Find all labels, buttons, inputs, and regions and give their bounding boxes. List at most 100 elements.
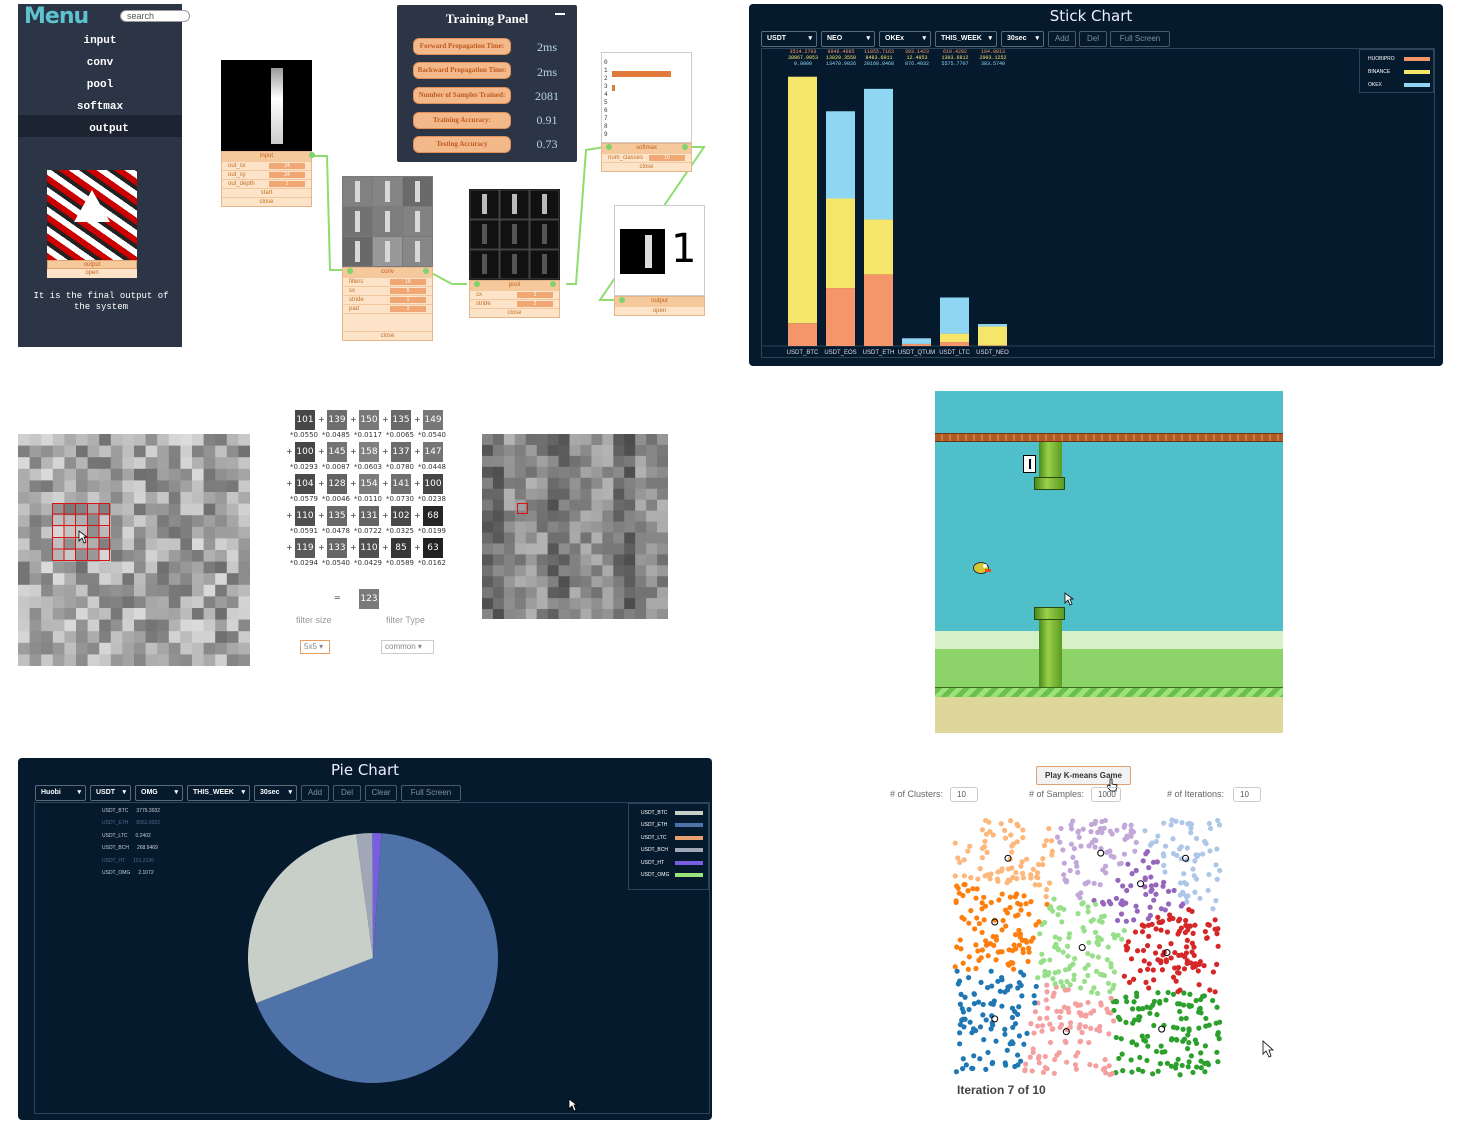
softmax-close-button[interactable]: close [602, 162, 691, 171]
bar-USDT_ETH-BINANCE[interactable] [864, 219, 893, 275]
sample-point [990, 832, 996, 838]
output-open-button[interactable]: open [47, 269, 137, 278]
filtered-pixel [514, 576, 527, 588]
pixel [192, 538, 205, 551]
sample-point [1213, 898, 1219, 904]
filter-weight: *0.0603 [354, 463, 382, 471]
sample-point [1023, 901, 1029, 907]
pixel [238, 538, 250, 551]
sample-point [1119, 936, 1125, 942]
pixel [215, 457, 228, 470]
stick-bars: USDT_BTC USDT_EOS USDT_ETH USDT_QTUM USDT_LT… [761, 76, 1435, 356]
menu-item-conv[interactable]: conv [18, 53, 182, 74]
bar-USDT_LTC-BINANCE[interactable] [940, 333, 969, 343]
bar-USDT_EOS-HUOBIPRO[interactable] [826, 288, 855, 346]
pixel [192, 584, 205, 597]
softmax-out-port[interactable] [682, 144, 688, 150]
iterations-input[interactable]: 10 [1233, 787, 1261, 802]
menu-item-pool[interactable]: pool [18, 75, 182, 96]
minimize-icon[interactable] [555, 13, 565, 15]
filtered-pixel [536, 488, 549, 501]
input-port[interactable] [309, 152, 315, 158]
filtered-pixel [536, 444, 549, 457]
sample-point [1139, 929, 1146, 935]
filtered-pixel [536, 554, 549, 566]
pixel [41, 584, 54, 597]
pixel [64, 642, 77, 655]
sample-point [1089, 953, 1096, 959]
clusters-input[interactable]: 10 [950, 787, 978, 802]
menu-item-input[interactable]: input [18, 31, 182, 52]
conv-node[interactable]: conv filters 16 sx 5 stride 1 pad 2 close [342, 267, 433, 341]
sample-point [1077, 895, 1083, 901]
pixel [99, 654, 112, 666]
sample-point [1196, 961, 1202, 967]
softmax-digit-0: 0 [604, 59, 608, 66]
pool-close-button[interactable]: close [470, 308, 559, 317]
bar-USDT_EOS-BINANCE[interactable] [826, 198, 855, 289]
bar-USDT_LTC-OKEX[interactable] [940, 297, 969, 334]
centroid-marker [1137, 880, 1144, 888]
pixel [110, 654, 123, 666]
menu-search-input[interactable]: search [120, 10, 190, 22]
bar-USDT_QTUM-OKEX[interactable] [902, 338, 931, 344]
pixel-value: 100 [295, 442, 315, 462]
bar-USDT_ETH-HUOBIPRO[interactable] [864, 274, 893, 346]
filtered-pixel [536, 576, 549, 588]
input-node[interactable]: input out_sx 24 out_sy 24 out_depth 1 start… [221, 151, 312, 207]
softmax-in-port[interactable] [606, 144, 612, 150]
bar-USDT_BTC-HUOBIPRO[interactable] [788, 323, 817, 346]
pool-out-port[interactable] [550, 281, 556, 287]
samples-input[interactable]: 1000 [1091, 787, 1121, 802]
filtered-pixel [482, 565, 494, 577]
menu-item-output[interactable]: output [18, 119, 182, 140]
sample-point [1184, 899, 1190, 905]
bar-USDT_LTC-HUOBIPRO[interactable] [940, 342, 969, 346]
plus-sign: + [414, 415, 421, 424]
pixel [215, 573, 228, 586]
flappy-bird-game[interactable] [935, 391, 1283, 733]
pixel [41, 457, 54, 470]
output-display: 1 [614, 205, 705, 296]
bar-USDT_NEO-BINANCE[interactable] [978, 326, 1007, 346]
input-close-button[interactable]: close [222, 197, 311, 206]
plus-sign: + [350, 447, 357, 456]
filtered-pixel [580, 499, 592, 512]
sample-point [1139, 922, 1145, 928]
sample-point [981, 844, 988, 850]
sample-point [972, 926, 978, 932]
filter-type-select[interactable]: common ▾ [381, 640, 434, 654]
bar-USDT_NEO-OKEX[interactable] [978, 324, 1007, 327]
sample-point [1099, 914, 1105, 920]
cnn-menu: Menu search input conv pool softmax outp… [18, 4, 190, 347]
pixel [192, 434, 205, 447]
conv-out-port[interactable] [423, 268, 429, 274]
pixel [110, 445, 123, 458]
menu-item-softmax[interactable]: softmax [18, 97, 182, 118]
bar-USDT_BTC-BINANCE[interactable] [788, 76, 817, 324]
sample-point [1085, 904, 1091, 910]
conv-close-button[interactable]: close [343, 331, 432, 340]
conv-in-port[interactable] [347, 268, 353, 274]
filter-weight: *0.0780 [386, 463, 414, 471]
filtered-pixel [569, 576, 581, 588]
tick-label: USDT_EOS [824, 350, 856, 356]
pool-node[interactable]: pool sx 2 stride 2 close [469, 280, 560, 318]
plus-sign: + [350, 415, 357, 424]
filtered-pixel [580, 609, 592, 619]
bar-USDT_ETH-OKEX[interactable] [864, 88, 893, 220]
sample-point [1128, 883, 1134, 889]
input-start-button[interactable]: start [222, 188, 311, 197]
softmax-node[interactable]: softmax num_classes 10 close [601, 143, 692, 172]
pixel [180, 584, 193, 597]
pixel [226, 503, 239, 516]
filter-size-select[interactable]: 5x5 ▾ [300, 640, 330, 654]
output-open-node-button[interactable]: open [615, 306, 704, 315]
pixel [18, 526, 31, 539]
pool-in-port[interactable] [474, 281, 480, 287]
output-node[interactable]: output open [614, 296, 705, 316]
bar-USDT_QTUM-HUOBIPRO[interactable] [902, 344, 931, 346]
bar-USDT_NEO-HUOBIPRO[interactable] [978, 345, 1007, 346]
output-in-port[interactable] [619, 297, 625, 303]
bar-USDT_EOS-OKEX[interactable] [826, 111, 855, 199]
